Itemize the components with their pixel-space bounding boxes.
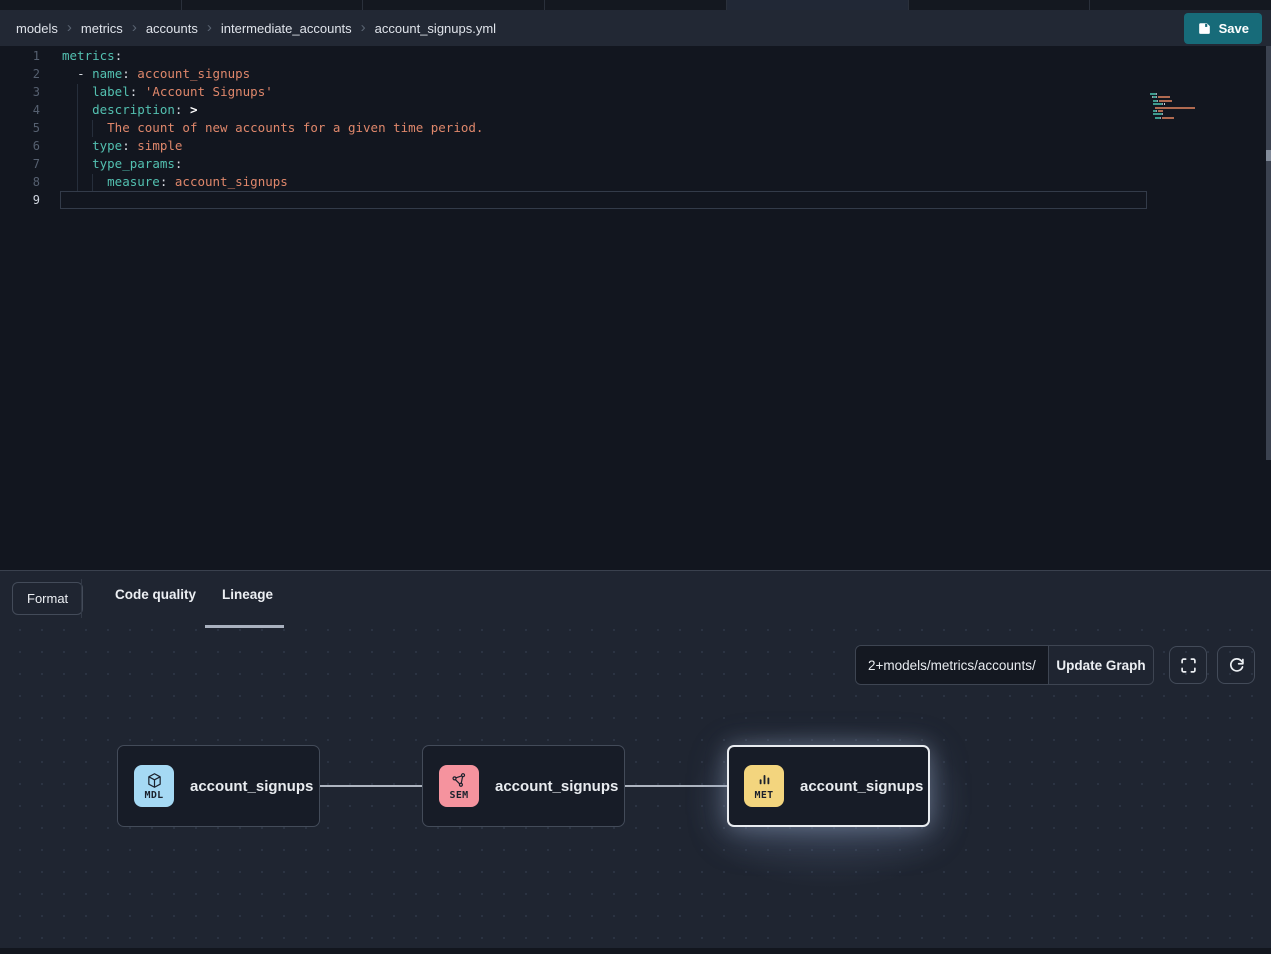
fullscreen-icon <box>1180 657 1197 674</box>
node-type-label: MET <box>755 790 774 801</box>
line-text: metrics: <box>60 47 1147 65</box>
breadcrumb: models › metrics › accounts › intermediate_acc… <box>16 21 1184 36</box>
line-number: 5 <box>0 119 40 137</box>
line-text: description: > <box>60 101 1147 119</box>
line-number: 1 <box>0 47 40 65</box>
format-button[interactable]: Format <box>12 582 83 615</box>
lineage-filter-input[interactable] <box>856 646 1048 684</box>
model-cube-icon <box>146 772 163 789</box>
code-editor[interactable]: 1metrics:2 - name: account_signups3 labe… <box>0 46 1271 570</box>
node-name-label: account_signups <box>190 778 313 795</box>
tab-code-quality[interactable]: Code quality <box>115 587 196 602</box>
line-text: - name: account_signups <box>60 65 1147 83</box>
save-button[interactable]: Save <box>1184 13 1262 44</box>
node-type-badge: SEM <box>439 765 479 807</box>
breadcrumb-separator-icon: › <box>361 20 366 35</box>
node-type-label: SEM <box>450 790 469 801</box>
indent-guide <box>92 120 93 137</box>
code-line[interactable]: 3 label: 'Account Signups' <box>0 83 1271 101</box>
tabrow-divider <box>81 579 82 618</box>
line-number: 4 <box>0 101 40 119</box>
line-text: type_params: <box>60 155 1147 173</box>
metric-chart-icon <box>756 772 773 789</box>
file-tab[interactable] <box>363 0 545 10</box>
breadcrumb-item: intermediate_accounts <box>221 21 352 36</box>
line-text <box>60 191 1147 209</box>
lineage-filter-group: Update Graph <box>855 645 1154 685</box>
line-number: 7 <box>0 155 40 173</box>
lineage-node-sem[interactable]: SEM account_signups <box>422 745 625 827</box>
line-number: 8 <box>0 173 40 191</box>
breadcrumb-item: accounts <box>146 21 198 36</box>
save-button-label: Save <box>1219 21 1249 36</box>
line-text: measure: account_signups <box>60 173 1147 191</box>
file-tab[interactable] <box>909 0 1091 10</box>
refresh-graph-button[interactable] <box>1217 646 1255 684</box>
update-graph-button[interactable]: Update Graph <box>1048 646 1153 684</box>
semantic-network-icon <box>451 772 468 789</box>
fullscreen-button[interactable] <box>1169 646 1207 684</box>
node-type-label: MDL <box>145 790 164 801</box>
file-tab[interactable] <box>182 0 364 10</box>
code-line[interactable]: 1 metrics: <box>0 47 1271 65</box>
code-line[interactable]: 4 description: > <box>0 101 1271 119</box>
node-type-badge: MDL <box>134 765 174 807</box>
line-text: The count of new accounts for a given ti… <box>60 119 1147 137</box>
indent-guide <box>92 174 93 191</box>
code-line[interactable]: 6 type: simple <box>0 137 1271 155</box>
line-number: 2 <box>0 65 40 83</box>
file-tab[interactable] <box>545 0 727 10</box>
file-tab-active[interactable] <box>727 0 909 10</box>
lineage-edge <box>625 785 727 787</box>
minimap[interactable] <box>1150 93 1220 124</box>
editor-scrollbar[interactable] <box>1266 46 1271 460</box>
panel-bottom-edge <box>0 948 1271 954</box>
breadcrumb-item: account_signups.yml <box>375 21 496 36</box>
lineage-edge <box>320 785 422 787</box>
breadcrumb-separator-icon: › <box>207 20 212 35</box>
save-floppy-icon <box>1197 21 1212 36</box>
file-tab[interactable] <box>1090 0 1271 10</box>
breadcrumb-bar: models › metrics › accounts › intermediate_acc… <box>0 10 1271 46</box>
breadcrumb-separator-icon: › <box>132 20 137 35</box>
code-line[interactable]: 7 type_params: <box>0 155 1271 173</box>
code-line[interactable]: 9 <box>0 191 1271 209</box>
breadcrumb-item: metrics <box>81 21 123 36</box>
line-number: 3 <box>0 83 40 101</box>
node-name-label: account_signups <box>495 778 618 795</box>
indent-guide <box>77 84 78 191</box>
line-number: 6 <box>0 137 40 155</box>
code-line[interactable]: 8 measure: account_signups <box>0 173 1271 191</box>
lineage-node-met[interactable]: MET account_signups <box>727 745 930 827</box>
ide-screen: models › metrics › accounts › intermediate_acc… <box>0 0 1271 954</box>
code-line[interactable]: 2 - name: account_signups <box>0 65 1271 83</box>
line-number: 9 <box>0 191 40 209</box>
node-name-label: account_signups <box>800 778 923 795</box>
breadcrumb-separator-icon: › <box>67 20 72 35</box>
line-text: type: simple <box>60 137 1147 155</box>
node-type-badge: MET <box>744 765 784 807</box>
lineage-node-mdl[interactable]: MDL account_signups <box>117 745 320 827</box>
tab-lineage[interactable]: Lineage <box>222 587 273 602</box>
active-tab-indicator <box>205 625 284 628</box>
code-lines: 1metrics:2 - name: account_signups3 labe… <box>0 47 1271 209</box>
line-text: label: 'Account Signups' <box>60 83 1147 101</box>
code-line[interactable]: 5 The count of new accounts for a given … <box>0 119 1271 137</box>
refresh-icon <box>1228 657 1245 674</box>
scrollbar-thumb[interactable] <box>1266 150 1271 161</box>
file-tab[interactable] <box>0 0 182 10</box>
editor-tab-strip <box>0 0 1271 10</box>
breadcrumb-item: models <box>16 21 58 36</box>
